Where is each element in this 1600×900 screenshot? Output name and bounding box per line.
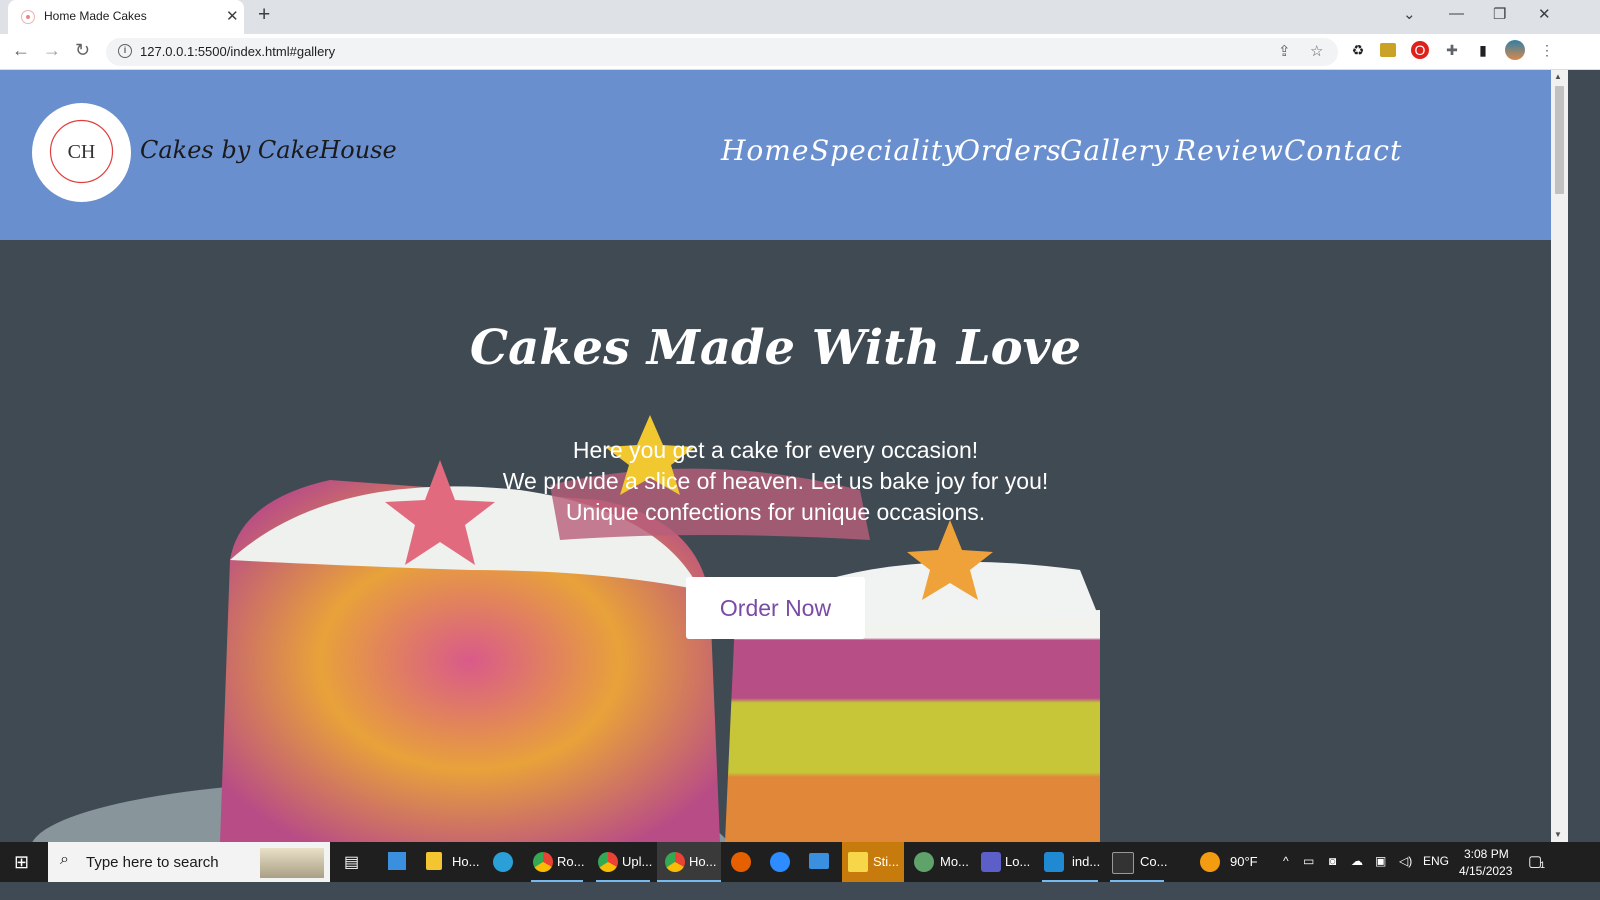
mail-icon[interactable] [809, 853, 829, 869]
site-header: CH Cakes by CakeHouse Home Speciality Or… [0, 70, 1551, 240]
sticky-notes-icon [848, 852, 868, 872]
taskbar-app-chrome-1[interactable]: Ro... [527, 842, 587, 882]
zoom-icon[interactable] [770, 852, 790, 872]
nav-review[interactable]: Review [1175, 134, 1284, 167]
chrome-icon [533, 852, 553, 872]
nav-gallery[interactable]: Gallery [1060, 134, 1170, 167]
window-close-icon[interactable]: ✕ [1538, 5, 1551, 23]
chrome-icon [598, 852, 618, 872]
nav-contact[interactable]: Contact [1284, 134, 1402, 167]
taskbar-app-mo[interactable]: Mo... [908, 842, 970, 882]
search-icon: ⌕ [60, 851, 69, 868]
scroll-thumb[interactable] [1555, 86, 1564, 194]
firefox-icon[interactable] [731, 852, 751, 872]
clock-date[interactable]: 4/15/2023 [1459, 864, 1512, 878]
scroll-down-icon[interactable]: ▼ [1554, 830, 1562, 839]
tab-strip: Home Made Cakes ✕ + ⌄ — ❐ ✕ [0, 0, 1600, 34]
hero-text: Here you get a cake for every occasion! … [0, 435, 1551, 528]
logo-initials: CH [68, 141, 96, 163]
search-highlight-image [260, 848, 324, 878]
site-info-icon[interactable]: i [118, 44, 132, 58]
taskbar-app-sticky-notes[interactable]: Sti... [842, 842, 904, 882]
tab-title: Home Made Cakes [44, 9, 147, 23]
back-icon[interactable]: ← [12, 40, 30, 61]
weather-temp[interactable]: 90°F [1230, 854, 1258, 869]
nav-speciality[interactable]: Speciality [810, 134, 960, 167]
folder-icon [426, 852, 442, 870]
volume-icon[interactable]: ◁) [1399, 854, 1412, 868]
menu-icon[interactable]: ⋮ [1538, 41, 1556, 59]
tray-chevron-icon[interactable]: ^ [1283, 854, 1289, 868]
order-now-button[interactable]: Order Now [686, 577, 865, 639]
opera-icon[interactable]: O [1411, 41, 1429, 59]
taskbar-app-explorer[interactable]: Ho... [418, 842, 488, 882]
forward-icon[interactable]: → [43, 40, 61, 61]
tab-search-icon[interactable]: ⌄ [1403, 5, 1416, 23]
hero-line: We provide a slice of heaven. Let us bak… [502, 468, 1049, 494]
windows-start-icon[interactable]: ⊞ [14, 852, 29, 873]
app-icon [914, 852, 934, 872]
meet-icon[interactable]: ◙ [1329, 854, 1336, 868]
network-icon[interactable]: ▣ [1375, 854, 1386, 868]
reload-icon[interactable]: ↻ [75, 40, 90, 61]
page-scrollbar[interactable]: ▲ ▼ [1551, 70, 1568, 842]
task-view-icon[interactable]: ▤ [344, 852, 359, 872]
hero-line: Unique confections for unique occasions. [565, 499, 986, 525]
profile-avatar[interactable] [1505, 40, 1525, 60]
search-placeholder: Type here to search [86, 854, 219, 871]
battery-icon[interactable]: ▭ [1303, 854, 1314, 868]
taskbar-app-vscode[interactable]: ind... [1038, 842, 1102, 882]
new-tab-icon[interactable]: + [258, 3, 270, 27]
terminal-icon [1112, 852, 1134, 874]
store-icon[interactable] [388, 852, 406, 870]
url-text[interactable]: 127.0.0.1:5500/index.html#gallery [140, 44, 335, 59]
side-panel-icon[interactable]: ▮ [1474, 41, 1492, 59]
address-bar[interactable]: i 127.0.0.1:5500/index.html#gallery ⇪ ☆ [106, 38, 1338, 66]
taskbar-app-teams[interactable]: Lo... [975, 842, 1033, 882]
clock-time[interactable]: 3:08 PM [1464, 847, 1509, 861]
extension-icon[interactable] [1380, 43, 1396, 57]
hero-line: Here you get a cake for every occasion! [572, 437, 979, 463]
weather-icon[interactable] [1200, 852, 1220, 872]
nav-home[interactable]: Home [721, 134, 809, 167]
logo-ring: CH [49, 119, 114, 184]
vscode-icon [1044, 852, 1064, 872]
taskbar-app-chrome-active[interactable]: Ho... [657, 842, 721, 882]
bookmark-star-icon[interactable]: ☆ [1310, 42, 1323, 60]
language-indicator[interactable]: ENG [1423, 854, 1449, 868]
nav-orders[interactable]: Orders [957, 134, 1062, 167]
minimize-icon[interactable]: — [1449, 5, 1464, 22]
teams-icon [981, 852, 1001, 872]
restore-icon[interactable]: ❐ [1493, 5, 1506, 23]
extension-icon[interactable]: ♻ [1349, 41, 1367, 59]
hero-title: Cakes Made With Love [469, 320, 1082, 376]
windows-taskbar: ⊞ ⌕ Type here to search ▤ Ho... Ro... Up… [0, 842, 1600, 882]
scroll-up-icon[interactable]: ▲ [1554, 72, 1562, 81]
chrome-icon [665, 852, 685, 872]
close-tab-icon[interactable]: ✕ [226, 7, 239, 25]
web-page: CH Cakes by CakeHouse Home Speciality Or… [0, 70, 1551, 842]
taskbar-app-terminal[interactable]: Co... [1106, 842, 1168, 882]
onedrive-icon[interactable]: ☁ [1351, 854, 1363, 868]
notification-count: 1 [1540, 860, 1546, 870]
taskbar-app-chrome-2[interactable]: Upl... [592, 842, 654, 882]
browser-tab[interactable]: Home Made Cakes ✕ [8, 0, 244, 34]
puzzle-icon[interactable]: ✚ [1443, 41, 1461, 59]
share-icon[interactable]: ⇪ [1278, 42, 1291, 60]
taskbar-search[interactable]: ⌕ Type here to search [48, 842, 330, 882]
site-logo[interactable]: CH [32, 103, 131, 202]
edge-icon[interactable] [493, 852, 513, 872]
brand-name[interactable]: Cakes by CakeHouse [140, 136, 397, 164]
favicon-icon [21, 10, 35, 24]
